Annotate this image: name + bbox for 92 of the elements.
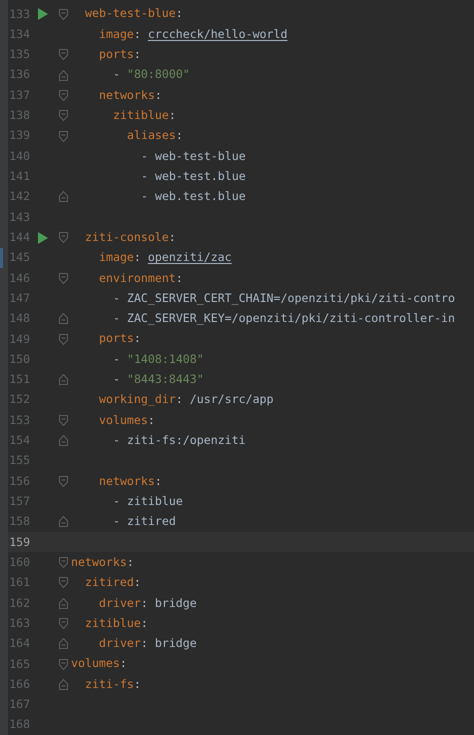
line-number: 138 [9,107,30,124]
code-line: - web-test.blue [141,168,246,185]
line-number: 133 [9,6,30,23]
code-line: aliases: [127,127,183,144]
line-number: 150 [9,350,30,368]
code-line: - "80:8000" [113,66,190,84]
code-line: image: openziti/zac [99,249,232,266]
fold-icon[interactable] [59,516,68,528]
line-number: 156 [9,472,30,490]
fold-icon[interactable] [59,232,68,244]
line-number: 165 [9,656,30,673]
code-line: ports: [99,330,141,348]
fold-icon[interactable] [59,638,68,650]
fold-icon[interactable] [59,90,68,101]
code-line: networks: [99,472,162,490]
line-number: 159 [9,534,30,551]
line-number: 167 [9,696,30,714]
line-number: 145 [9,249,30,266]
line-number: 148 [9,310,30,328]
line-number: 135 [9,46,30,64]
fold-icon[interactable] [59,130,68,142]
line-number: 161 [9,574,30,592]
line-number: 151 [9,371,30,388]
run-icon[interactable] [38,8,48,20]
code-line: ziti-console: [85,228,176,246]
line-number: 139 [9,127,30,144]
fold-icon[interactable] [59,577,68,588]
line-number: 137 [9,86,30,104]
fold-icon[interactable] [59,110,68,122]
line-number: 147 [9,290,30,307]
fold-icon[interactable] [59,557,68,568]
code-line: zitired: [85,574,141,592]
line-number: 163 [9,614,30,632]
fold-icon[interactable] [59,598,68,609]
fold-icon[interactable] [59,476,68,487]
line-number: 160 [9,554,30,571]
code-line: driver: bridge [99,594,197,612]
code-line: networks: [71,554,134,571]
code-line: - zitired [113,513,176,530]
line-number: 162 [9,594,30,612]
code-line: volumes: [71,655,127,672]
fold-icon[interactable] [59,658,68,670]
code-line: - ZAC_SERVER_CERT_CHAIN=/openziti/pki/ziti-contro [113,290,456,307]
line-number: 157 [9,493,30,510]
code-line: zitiblue: [85,614,148,632]
code-line: - ZAC_SERVER_KEY=/openziti/pki/ziti-controller-in [113,310,456,328]
line-number: 141 [9,168,30,186]
line-number: 164 [9,635,30,652]
line-number: 146 [9,270,30,287]
code-line: environment: [99,270,183,287]
line-number: 166 [9,676,30,693]
line-number: 136 [9,66,30,84]
code-line: working_dir: /usr/src/app [99,391,274,408]
code-line: - "1408:1408" [113,350,204,368]
code-line: - web-test-blue [141,148,246,165]
fold-icon[interactable] [59,70,68,81]
run-icon[interactable] [38,232,48,244]
code-line: image: crccheck/hello-world [99,26,288,43]
fold-icon[interactable] [59,313,68,324]
fold-icon[interactable] [59,49,68,60]
line-number: 144 [9,228,30,246]
code-line: zitiblue: [113,107,176,124]
code-line: web-test-blue: [85,5,183,22]
line-number: 134 [9,26,30,43]
code-line: ziti-fs: [85,676,141,693]
code-line: networks: [99,86,162,104]
code-line: - "8443:8443" [113,371,204,388]
code-line: ports: [99,46,141,64]
line-number: 140 [9,148,30,165]
line-number: 158 [9,513,30,530]
line-number: 152 [9,391,30,408]
fold-icon[interactable] [59,8,68,20]
code-line: - web.test.blue [141,188,246,206]
line-number: 142 [9,188,30,206]
code-line: driver: bridge [99,635,197,652]
line-number: 155 [9,452,30,470]
fold-icon[interactable] [59,191,68,202]
line-number: 149 [9,330,30,348]
code-line: - ziti-fs:/openziti [113,432,246,450]
code-line: - zitiblue [113,492,183,510]
fold-icon[interactable] [59,618,68,630]
fold-icon[interactable] [59,435,68,446]
fold-icon[interactable] [59,374,68,386]
fold-icon[interactable] [59,678,68,690]
code-line: volumes: [99,412,155,429]
fold-icon[interactable] [59,334,68,345]
line-number: 143 [9,208,30,226]
fold-icon[interactable] [59,414,68,426]
fold-icon[interactable] [59,272,68,284]
line-number: 153 [9,412,30,429]
line-number: 168 [9,716,30,734]
line-number: 154 [9,432,30,450]
